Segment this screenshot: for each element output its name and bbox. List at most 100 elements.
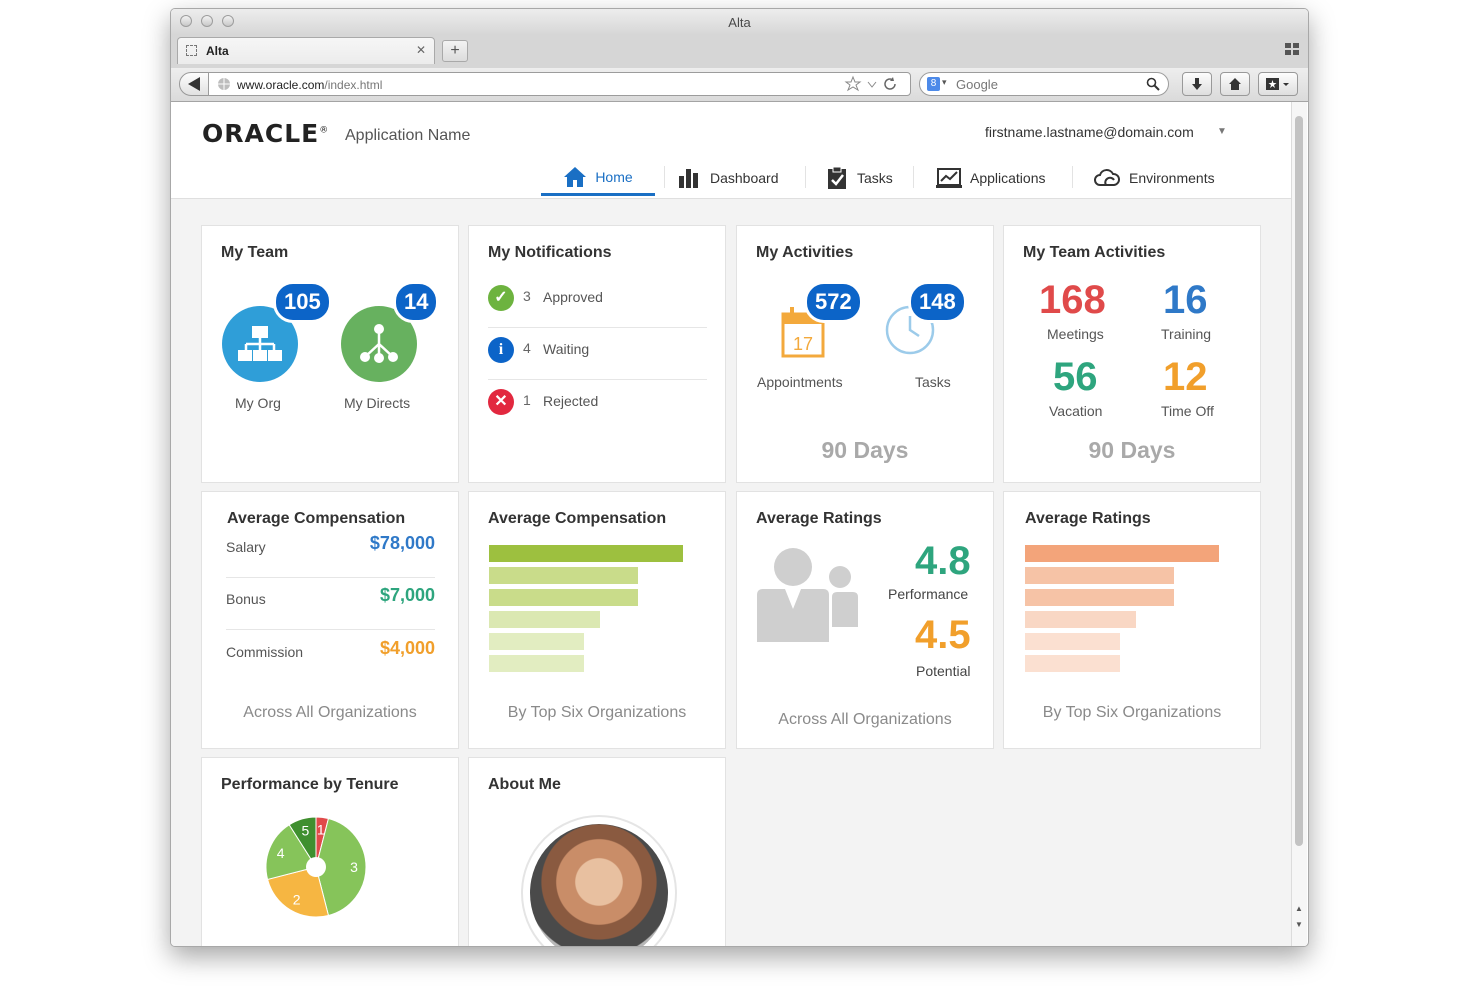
scroll-down-arrow-icon[interactable]: ▼ [1295, 920, 1303, 929]
bar-5[interactable] [489, 633, 584, 650]
tab-environments[interactable]: Environments [1093, 160, 1215, 196]
salary-row: Salary $78,000 [226, 525, 435, 578]
vacation-label: Vacation [1049, 403, 1103, 419]
bar-1[interactable] [489, 545, 683, 562]
card-title: About Me [488, 776, 561, 793]
home-button[interactable] [1220, 72, 1250, 96]
performance-by-tenure-card[interactable]: Performance by Tenure 1 3 2 45 [201, 757, 459, 946]
back-button[interactable] [179, 72, 209, 96]
notification-label: Approved [543, 289, 603, 305]
nav-divider [805, 166, 806, 188]
bar-3[interactable] [489, 589, 638, 606]
vertical-scrollbar[interactable]: ▲ ▼ [1291, 102, 1307, 946]
my-org-count-badge: 105 [273, 281, 332, 323]
downloads-button[interactable] [1182, 72, 1212, 96]
comp-label: Bonus [226, 591, 266, 607]
my-directs-count-badge: 14 [393, 281, 440, 323]
browser-window: Alta Alta ✕ + www.oracle.com/index.html … [170, 8, 1309, 947]
home-icon [564, 166, 587, 187]
browser-tab[interactable]: Alta ✕ [177, 37, 435, 64]
average-compensation-chart-card[interactable]: Average Compensation By Top Six Organiza… [468, 491, 726, 749]
my-activities-card[interactable]: My Activities 17 572 Appointments 148 Ta… [736, 225, 994, 483]
scrollbar-thumb[interactable] [1295, 116, 1303, 846]
window-title: Alta [728, 15, 751, 30]
app-header: ORACLE® Application Name firstname.lastn… [171, 102, 1292, 199]
tab-home[interactable]: Home [541, 160, 655, 196]
house-icon [1229, 78, 1241, 90]
comp-label: Commission [226, 644, 304, 660]
my-team-card[interactable]: My Team 105 My Org 14 My Directs [201, 225, 459, 483]
tab-bar: Alta ✕ + [171, 35, 1308, 68]
search-placeholder: Google [956, 77, 998, 92]
notification-approved[interactable]: ✓ 3 Approved [488, 275, 707, 328]
notification-rejected[interactable]: ✕ 1 Rejected [488, 379, 707, 431]
bar-5[interactable] [1025, 633, 1120, 650]
scroll-up-arrow-icon[interactable]: ▲ [1295, 904, 1303, 913]
pie-label-2: 2 [293, 892, 301, 908]
back-arrow-icon [188, 77, 200, 91]
my-team-activities-card[interactable]: My Team Activities 168 Meetings 16 Train… [1003, 225, 1261, 483]
tab-applications[interactable]: Applications [936, 160, 1046, 196]
line-chart-icon [936, 168, 962, 188]
my-notifications-card[interactable]: My Notifications ✓ 3 Approved i 4 Waitin… [468, 225, 726, 483]
bar-3[interactable] [1025, 589, 1174, 606]
globe-icon [218, 78, 230, 90]
user-menu-caret-icon[interactable]: ▼ [1217, 126, 1227, 137]
commission-row: Commission $4,000 [226, 630, 435, 682]
bar-4[interactable] [1025, 611, 1136, 628]
card-title: My Activities [756, 244, 854, 261]
profile-avatar[interactable] [521, 815, 677, 946]
download-arrow-icon [1192, 78, 1202, 90]
about-me-card[interactable]: About Me [468, 757, 726, 946]
nav-divider [913, 166, 914, 188]
notification-label: Rejected [543, 393, 599, 409]
cloud-icon [1094, 169, 1120, 186]
comp-label: Salary [226, 539, 266, 555]
notification-waiting[interactable]: i 4 Waiting [488, 327, 707, 380]
url-bar[interactable]: www.oracle.com/index.html [208, 72, 911, 96]
tab-grid-icon[interactable] [1285, 43, 1300, 57]
my-org-label: My Org [235, 395, 281, 411]
page-favicon-icon [186, 45, 197, 56]
meetings-label: Meetings [1047, 326, 1104, 342]
tab-tasks[interactable]: Tasks [825, 160, 893, 196]
card-footer: By Top Six Organizations [1042, 704, 1222, 721]
card-title: Average Ratings [1025, 510, 1151, 527]
training-value: 16 [1163, 278, 1208, 322]
search-engine-caret-icon: ▾ [942, 77, 947, 87]
average-ratings-chart-card[interactable]: Average Ratings By Top Six Organizations [1003, 491, 1261, 749]
search-bar[interactable]: 8 ▾ Google [919, 72, 1169, 96]
average-ratings-card[interactable]: Average Ratings 4.8 Performance 4.5 Pote… [736, 491, 994, 749]
time-off-label: Time Off [1161, 403, 1214, 419]
x-icon: ✕ [488, 389, 514, 415]
card-title: My Team Activities [1023, 244, 1166, 261]
tab-tasks-label: Tasks [857, 170, 893, 186]
pie-label-4: 4 [277, 845, 285, 861]
training-label: Training [1161, 326, 1212, 342]
period-label: 90 Days [821, 437, 909, 463]
tab-dashboard[interactable]: Dashboard [678, 160, 779, 196]
user-menu[interactable]: firstname.lastname@domain.com [985, 124, 1194, 140]
tab-dashboard-label: Dashboard [710, 170, 779, 186]
tasks-label: Tasks [915, 374, 951, 390]
bar-1[interactable] [1025, 545, 1219, 562]
bar-6[interactable] [1025, 655, 1120, 672]
bar-2[interactable] [1025, 567, 1174, 584]
bonus-row: Bonus $7,000 [226, 577, 435, 630]
nav-divider [1072, 166, 1073, 188]
average-compensation-card[interactable]: Average Compensation Salary $78,000 Bonu… [201, 491, 459, 749]
card-title: My Team [221, 244, 289, 261]
tab-label: Alta [206, 44, 229, 58]
bar-2[interactable] [489, 567, 638, 584]
tab-applications-label: Applications [970, 170, 1046, 186]
appointments-label: Appointments [757, 374, 843, 390]
meetings-value: 168 [1039, 278, 1106, 322]
performance-label: Performance [888, 586, 969, 602]
bookmarks-menu-button[interactable] [1258, 72, 1298, 96]
url-actions [844, 75, 896, 92]
bar-6[interactable] [489, 655, 584, 672]
comp-value: $78,000 [369, 533, 435, 553]
bar-4[interactable] [489, 611, 600, 628]
close-tab-icon[interactable]: ✕ [416, 43, 426, 57]
new-tab-button[interactable]: + [442, 40, 468, 62]
